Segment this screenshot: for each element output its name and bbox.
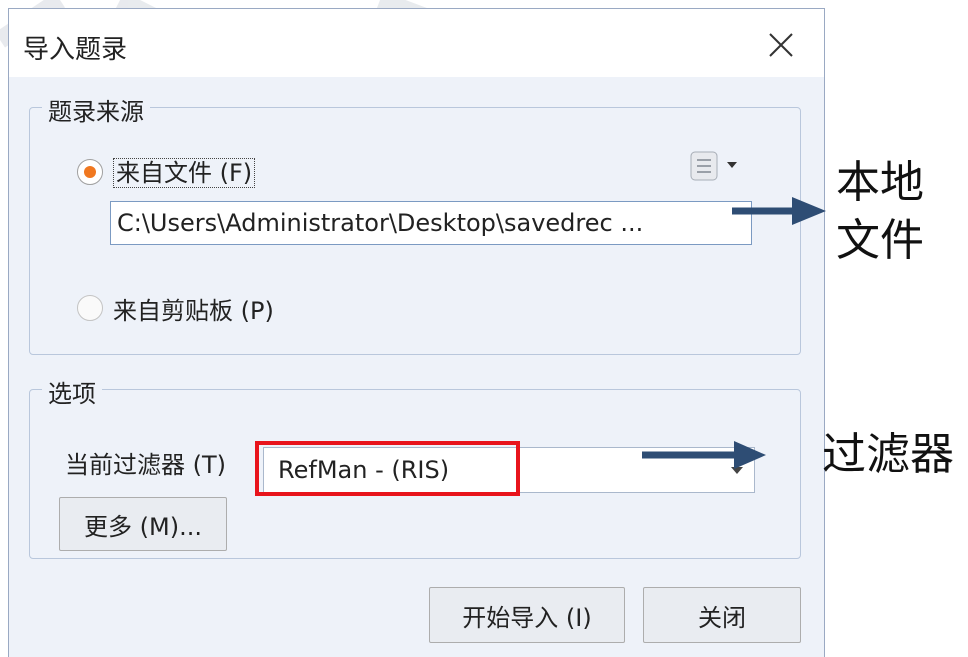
annotation-filter: 过滤器 (822, 429, 954, 480)
from-file-radio[interactable] (77, 159, 103, 185)
more-button[interactable]: 更多 (M)... (59, 497, 227, 551)
file-options-dropdown[interactable] (687, 149, 747, 183)
source-group-legend: 题录来源 (42, 92, 150, 127)
from-clipboard-label[interactable]: 来自剪贴板 (P) (113, 291, 274, 326)
dialog-titlebar: 导入题录 (9, 9, 824, 77)
close-icon[interactable] (761, 25, 801, 65)
close-button[interactable]: 关闭 (643, 587, 801, 643)
file-path-field[interactable]: C:\Users\Administrator\Desktop\savedrec … (110, 201, 752, 245)
from-clipboard-radio[interactable] (77, 295, 103, 321)
arrow-to-filter (642, 441, 766, 469)
dialog-title: 导入题录 (23, 35, 128, 65)
from-file-label[interactable]: 来自文件 (F) (113, 153, 256, 188)
arrow-to-local-file (732, 197, 826, 225)
annotation-local-file-line2: 文件 (836, 215, 924, 266)
import-references-dialog: 导入题录 题录来源 来自文件 (F) C:\Users\Administrato… (8, 8, 825, 657)
start-import-button[interactable]: 开始导入 (I) (429, 587, 625, 643)
document-icon (690, 151, 737, 181)
annotation-local-file-line1: 本地 (836, 157, 924, 208)
options-group-legend: 选项 (42, 374, 102, 409)
filter-highlight-box (255, 441, 520, 496)
filter-label: 当前过滤器 (T) (65, 451, 227, 479)
